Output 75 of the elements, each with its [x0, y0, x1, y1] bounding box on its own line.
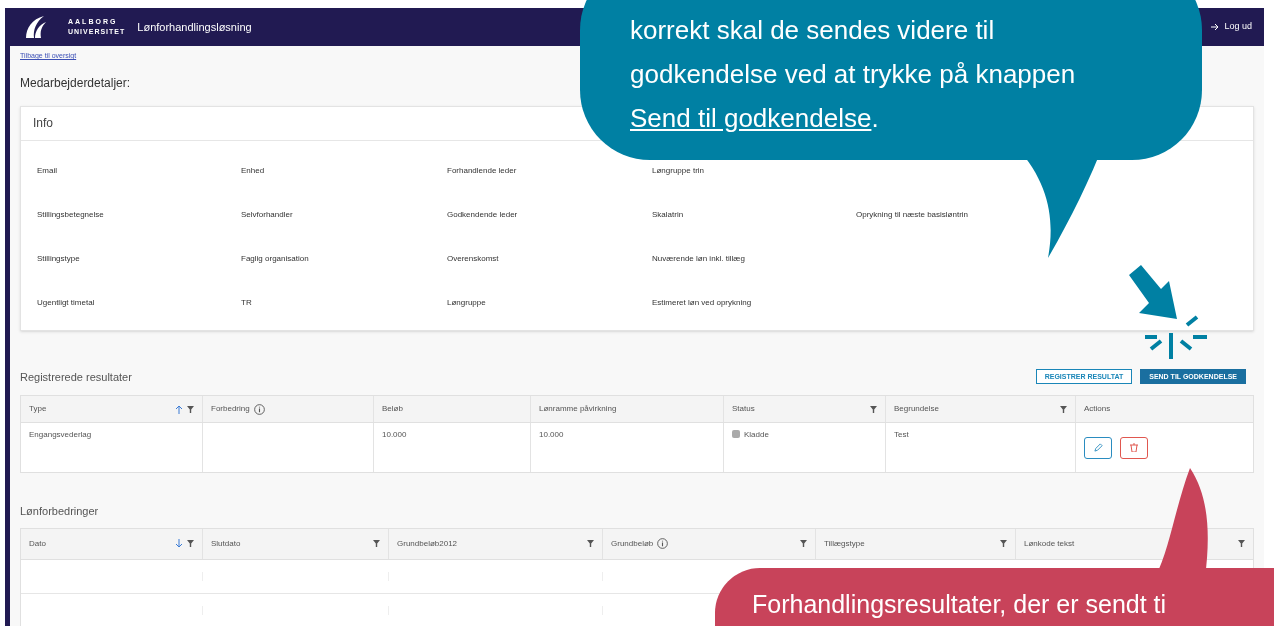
field-label: Løngruppe: [447, 296, 487, 309]
field-label: Stillingsbetegnelse: [37, 208, 105, 221]
field-label: Overenskomst: [447, 252, 500, 265]
column-label: Lønkode tekst: [1024, 537, 1075, 550]
table-cell: Engangsvederlag: [29, 430, 92, 439]
filter-icon[interactable]: [187, 405, 194, 413]
table-cell: 10.000: [382, 430, 407, 439]
field-label: Selvforhandler: [241, 208, 294, 221]
column-header[interactable]: Actions: [1076, 396, 1253, 422]
callout-text: godkendelse ved at trykke på knappen: [630, 58, 1077, 91]
column-header[interactable]: Status: [724, 396, 886, 422]
field-label: Løngruppe trin: [652, 164, 706, 177]
column-label: Grundbeløb2012: [397, 537, 458, 550]
filter-icon[interactable]: [800, 540, 807, 547]
logout-icon: [1211, 23, 1221, 31]
table-cell: Kladde: [744, 429, 769, 441]
field-label: Nuværende løn inkl. tillæg: [652, 252, 746, 265]
field-label: Oprykning til næste basisløntrin: [856, 208, 970, 221]
column-header[interactable]: Forbedring: [203, 396, 374, 422]
sort-up-icon[interactable]: [175, 404, 183, 414]
field-label: Skalatrin: [652, 208, 685, 221]
column-label: Tillægstype: [824, 537, 865, 550]
column-label: Dato: [29, 537, 46, 550]
field-label: Faglig organisation: [241, 252, 310, 265]
column-header[interactable]: Lønkode tekst: [1016, 528, 1253, 559]
info-icon: [253, 403, 265, 415]
column-label: Lønramme påvirkning: [539, 403, 617, 415]
column-label: Begrundelse: [894, 403, 939, 415]
field-label: Estimeret løn ved oprykning: [652, 296, 753, 309]
column-header[interactable]: Tillægstype: [816, 528, 1016, 559]
callout-text: korrekt skal de sendes videre til: [630, 14, 996, 47]
column-header[interactable]: Beløb: [374, 396, 531, 422]
filter-icon[interactable]: [870, 405, 877, 413]
status-icon: [732, 430, 740, 438]
section-title: Lønforbedringer: [20, 504, 99, 519]
column-header[interactable]: Type: [21, 396, 203, 422]
filter-icon[interactable]: [373, 540, 380, 547]
filter-icon[interactable]: [1238, 540, 1245, 547]
info-icon: [657, 538, 669, 549]
filter-icon[interactable]: [1060, 405, 1067, 413]
field-label: Email: [37, 164, 58, 177]
column-label: Grundbeløb: [611, 537, 654, 550]
column-label: Actions: [1084, 403, 1111, 415]
filter-icon[interactable]: [187, 540, 194, 547]
logout-button[interactable]: Log ud: [1211, 20, 1252, 34]
filter-icon[interactable]: [587, 540, 594, 547]
column-header[interactable]: Slutdato: [203, 528, 389, 559]
edit-button[interactable]: [1084, 436, 1112, 459]
page-title: Medarbejderdetaljer:: [20, 74, 131, 92]
column-header[interactable]: Dato: [21, 528, 203, 559]
field-label: Ugentligt timetal: [37, 296, 96, 309]
column-label: Type: [29, 403, 47, 415]
column-header[interactable]: Begrundelse: [886, 396, 1076, 422]
section-title: Registrerede resultater: [20, 369, 132, 385]
column-header[interactable]: Lønramme påvirkning: [531, 396, 724, 422]
table-cell: Test: [894, 430, 909, 439]
callout-text: Forhandlingsresultater, der er sendt ti: [752, 590, 1167, 618]
pencil-icon: [1093, 443, 1103, 452]
column-label: Slutdato: [211, 537, 241, 550]
filter-icon[interactable]: [1000, 540, 1007, 547]
column-header[interactable]: Grundbeløb2012: [389, 528, 603, 559]
field-label: Enhed: [241, 164, 266, 177]
field-label: Forhandlende leder: [447, 164, 518, 177]
delete-button[interactable]: [1120, 436, 1148, 459]
column-header[interactable]: Grundbeløb: [603, 528, 816, 559]
table-cell: 10.000: [539, 430, 564, 439]
column-label: Beløb: [382, 403, 403, 415]
field-label: TR: [241, 296, 253, 309]
column-label: Forbedring: [211, 403, 250, 415]
app-title: Lønforhandlingsløsning: [137, 19, 252, 35]
field-label: Stillingstype: [37, 252, 81, 265]
trash-icon: [1130, 443, 1138, 452]
column-label: Status: [732, 403, 755, 415]
field-label: Godkendende leder: [447, 208, 519, 221]
sort-down-icon[interactable]: [175, 539, 183, 548]
